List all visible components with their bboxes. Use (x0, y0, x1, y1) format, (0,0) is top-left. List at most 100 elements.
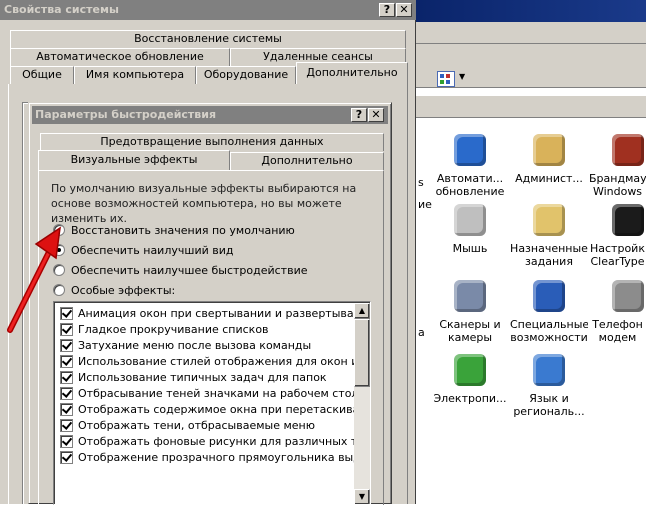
effect-label: Отображение прозрачного прямоугольника в… (78, 451, 371, 464)
control-panel-item-label: Назначенные (510, 242, 588, 255)
effect-label: Использование типичных задач для папок (78, 371, 327, 384)
control-panel-item-label: возможности (510, 331, 588, 344)
effect-label: Гладкое прокручивание списков (78, 323, 269, 336)
tab-computer-name[interactable]: Имя компьютера (74, 66, 196, 84)
truncated-item-label: s (418, 176, 424, 189)
effects-scrollbar[interactable]: ▲ ▼ (354, 303, 370, 504)
effect-item[interactable]: Использование типичных задач для папок (58, 370, 354, 386)
control-panel-item-label: Автомати... (436, 172, 504, 185)
performance-options-titlebar: Параметры быстродействия (32, 106, 388, 124)
effects-list[interactable]: Анимация окон при свертывании и разверты… (53, 301, 371, 505)
scroll-down-button[interactable]: ▼ (354, 489, 370, 504)
help-button[interactable]: ? (379, 3, 395, 17)
admin-tools-icon (533, 134, 565, 166)
control-panel-item-label: Админист... (515, 172, 583, 185)
description-text: По умолчанию визуальные эффекты выбирают… (51, 182, 357, 225)
control-panel-item-label: Телефон (592, 318, 643, 331)
scroll-up-button[interactable]: ▲ (354, 303, 370, 319)
control-panel-item-label: региональ... (513, 405, 585, 418)
control-panel-toolbar: ▼ (416, 44, 646, 88)
control-panel-item-label: обновление (435, 185, 505, 198)
control-panel-item-label: Брандмауэ (589, 172, 646, 185)
radio-option[interactable]: Обеспечить наилучший вид (53, 243, 353, 259)
tab-automatic-updates[interactable]: Автоматическое обновление (10, 48, 230, 66)
control-panel-item-label: Сканеры и (439, 318, 501, 331)
effect-checkbox[interactable] (60, 419, 73, 432)
tab-system-restore[interactable]: Восстановление системы (10, 30, 406, 48)
radio-label: Восстановить значения по умолчанию (71, 224, 295, 237)
effect-label: Анимация окон при свертывании и разверты… (78, 307, 371, 320)
control-panel-item-label: Специальные (510, 318, 588, 331)
perf-help-button[interactable]: ? (351, 108, 367, 122)
truncated-item-label: а (418, 326, 425, 339)
effect-item[interactable]: Отображение прозрачного прямоугольника в… (58, 450, 370, 466)
radio-option[interactable]: Восстановить значения по умолчанию (53, 223, 353, 239)
tab-visual-effects[interactable]: Визуальные эффекты (38, 150, 230, 170)
effect-label: Отображать содержимое окна при перетаски… (78, 403, 371, 416)
control-panel-item-label: модем (598, 331, 637, 344)
truncated-item-label: ие (418, 198, 432, 211)
accessibility-icon (533, 280, 565, 312)
scheduled-tasks-icon (533, 204, 565, 236)
system-properties-titlebar: Свойства системы (0, 0, 416, 20)
performance-options-dialog: Параметры быстродействия ? ✕ Предотвраще… (28, 102, 392, 505)
control-panel-item-label: Язык и (529, 392, 569, 405)
chevron-down-icon: ▼ (459, 72, 466, 81)
radio-label: Обеспечить наилучшее быстродействие (71, 264, 308, 277)
mouse-icon (454, 204, 486, 236)
control-panel-item-label: Электропи... (433, 392, 507, 405)
effect-label: Использование стилей отображения для око… (78, 355, 371, 368)
perf-close-button[interactable]: ✕ (368, 108, 384, 122)
effect-item[interactable]: Отображать тени, отбрасываемые меню (58, 418, 354, 434)
control-panel-item-label: Windows (592, 185, 643, 198)
effect-checkbox[interactable] (60, 355, 73, 368)
radio-label: Особые эффекты: (71, 284, 176, 297)
tab-dep[interactable]: Предотвращение выполнения данных (40, 133, 384, 151)
phone-modem-icon (612, 280, 644, 312)
power-options-icon (454, 354, 486, 386)
control-panel-item-label: ClearType (590, 255, 645, 268)
radio-option[interactable]: Обеспечить наилучшее быстродействие (53, 263, 353, 279)
close-button[interactable]: ✕ (396, 3, 412, 17)
annotation-arrow (7, 226, 61, 333)
effect-label: Отображать тени, отбрасываемые меню (78, 419, 315, 432)
scroll-thumb[interactable] (354, 319, 370, 387)
performance-options-title: Параметры быстродействия (35, 108, 217, 121)
effect-checkbox[interactable] (60, 451, 73, 464)
tab-hardware[interactable]: Оборудование (196, 66, 296, 84)
regional-options-icon (533, 354, 565, 386)
firewall-icon (612, 134, 644, 166)
views-button[interactable]: ▼ (433, 71, 469, 95)
windows-update-icon (454, 134, 486, 166)
control-panel-item-label: Мышь (452, 242, 488, 255)
views-icon (437, 71, 455, 87)
effect-label: Отображать фоновые рисунки для различных… (78, 435, 371, 448)
control-panel-item-label: задания (525, 255, 573, 268)
effect-item[interactable]: Отбрасывание теней значками на рабочем с… (58, 386, 365, 402)
effect-item[interactable]: Затухание меню после вызова команды (58, 338, 354, 354)
radio-option[interactable]: Особые эффекты: (53, 283, 353, 299)
effect-item[interactable]: Гладкое прокручивание списков (58, 322, 354, 338)
control-panel-item-label: Настройк (590, 242, 645, 255)
tab-perf-advanced[interactable]: Дополнительно (230, 152, 384, 170)
tab-general[interactable]: Общие (10, 66, 74, 84)
effect-checkbox[interactable] (60, 371, 73, 384)
effect-checkbox[interactable] (60, 387, 73, 400)
system-properties-title: Свойства системы (4, 3, 119, 16)
address-bar (416, 96, 646, 118)
radio-label: Обеспечить наилучший вид (71, 244, 234, 257)
control-panel-menubar (416, 22, 646, 44)
effect-label: Отбрасывание теней значками на рабочем с… (78, 387, 366, 400)
effect-item[interactable]: Использование стилей отображения для око… (58, 354, 370, 370)
scanner-camera-icon (454, 280, 486, 312)
tab-advanced[interactable]: Дополнительно (296, 62, 408, 84)
effect-item[interactable]: Отображать содержимое окна при перетаски… (58, 402, 370, 418)
effect-item[interactable]: Анимация окон при свертывании и разверты… (58, 306, 370, 322)
effect-checkbox[interactable] (60, 403, 73, 416)
cleartype-icon (612, 204, 644, 236)
effect-item[interactable]: Отображать фоновые рисунки для различных… (58, 434, 370, 450)
control-panel-item-label: камеры (447, 331, 493, 344)
control-panel-titlebar (416, 0, 646, 22)
effect-checkbox[interactable] (60, 435, 73, 448)
effect-label: Затухание меню после вызова команды (78, 339, 312, 352)
